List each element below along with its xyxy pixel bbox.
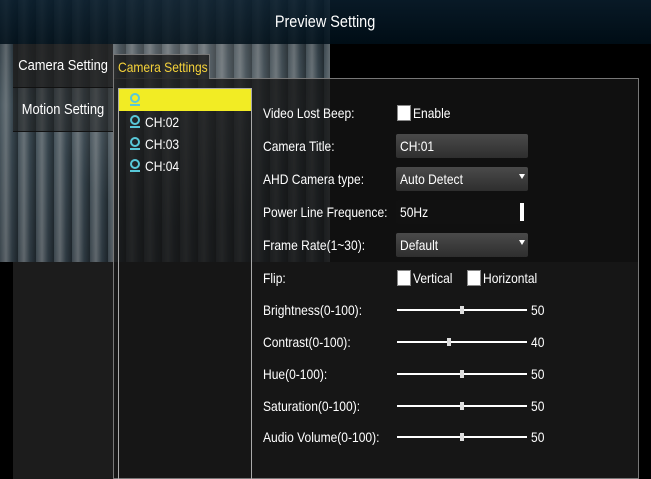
horizontal-label: Horizontal: [483, 270, 538, 286]
frame-rate-label: Frame Rate(1~30):: [263, 237, 366, 253]
channel-label: CH:02: [145, 114, 180, 130]
power-line-input[interactable]: 50Hz: [396, 200, 528, 224]
saturation-slider[interactable]: [397, 402, 527, 410]
channel-label: CH:03: [145, 136, 180, 152]
saturation-label: Saturation(0-100):: [263, 398, 361, 414]
horizontal-checkbox[interactable]: [467, 270, 481, 286]
tab-camera-setting[interactable]: Camera Setting: [13, 44, 113, 88]
brightness-value: 50: [531, 302, 545, 318]
slider-thumb[interactable]: [460, 306, 464, 314]
camera-title-value: CH:01: [400, 138, 435, 154]
contrast-slider[interactable]: [397, 338, 527, 346]
audio-volume-slider[interactable]: [397, 433, 527, 441]
slider-thumb[interactable]: [460, 370, 464, 378]
dropdown-arrow-icon: [519, 240, 525, 245]
contrast-value: 40: [531, 334, 545, 350]
brightness-slider[interactable]: [397, 306, 527, 314]
slider-thumb[interactable]: [460, 402, 464, 410]
power-line-value: 50Hz: [400, 204, 429, 220]
tab-camera-settings-label: Camera Settings: [118, 59, 208, 75]
vertical-checkbox[interactable]: [397, 270, 411, 286]
slider-thumb[interactable]: [447, 338, 451, 346]
row-contrast: Contrast(0-100): 40: [263, 327, 553, 357]
audio-volume-label: Audio Volume(0-100):: [263, 429, 380, 445]
hue-slider[interactable]: [397, 370, 527, 378]
row-power-line: Power Line Frequence: 50Hz: [263, 197, 553, 227]
vertical-label: Vertical: [413, 270, 453, 286]
camera-title-label: Camera Title:: [263, 138, 335, 154]
frame-rate-value: Default: [400, 237, 439, 253]
contrast-label: Contrast(0-100):: [263, 334, 351, 350]
channel-item-ch01[interactable]: CH:01: [119, 89, 251, 111]
camera-pin-icon: [130, 159, 140, 172]
side-panel-fill: [13, 262, 113, 479]
dropdown-arrow-icon: [519, 174, 525, 179]
text-cursor: [520, 203, 524, 221]
enable-checkbox[interactable]: [397, 105, 411, 121]
ahd-camera-type-select[interactable]: Auto Detect: [396, 167, 528, 191]
camera-title-input[interactable]: CH:01: [396, 134, 528, 158]
channel-label: CH:04: [145, 158, 180, 174]
saturation-value: 50: [531, 398, 545, 414]
channel-item-ch02[interactable]: CH:02: [119, 111, 251, 133]
tab-motion-setting-label: Motion Setting: [21, 101, 105, 118]
title-bar: Preview Setting: [0, 0, 651, 44]
row-saturation: Saturation(0-100): 50: [263, 391, 553, 421]
audio-volume-value: 50: [531, 429, 545, 445]
row-hue: Hue(0-100): 50: [263, 359, 553, 389]
ahd-camera-type-value: Auto Detect: [400, 171, 463, 187]
row-ahd-camera-type: AHD Camera type: Auto Detect: [263, 164, 553, 194]
brightness-label: Brightness(0-100):: [263, 302, 363, 318]
tab-camera-setting-label: Camera Setting: [18, 57, 108, 74]
channel-label: CH:01: [145, 92, 180, 108]
row-brightness: Brightness(0-100): 50: [263, 295, 553, 325]
camera-pin-icon: [130, 93, 140, 106]
frame-rate-select[interactable]: Default: [396, 233, 528, 257]
tab-motion-setting[interactable]: Motion Setting: [13, 88, 113, 132]
row-camera-title: Camera Title: CH:01: [263, 131, 553, 161]
hue-label: Hue(0-100):: [263, 366, 328, 382]
channel-item-ch03[interactable]: CH:03: [119, 133, 251, 155]
camera-pin-icon: [130, 115, 140, 128]
row-audio-volume: Audio Volume(0-100): 50: [263, 422, 553, 452]
power-line-label: Power Line Frequence:: [263, 204, 388, 220]
tab-camera-settings[interactable]: Camera Settings: [113, 54, 210, 79]
flip-label: Flip:: [263, 270, 286, 286]
video-lost-beep-label: Video Lost Beep:: [263, 105, 355, 121]
channel-list: CH:01 CH:02 CH:03 CH:04: [118, 88, 252, 479]
window-title: Preview Setting: [275, 12, 376, 31]
camera-pin-icon: [130, 137, 140, 150]
channel-item-ch04[interactable]: CH:04: [119, 155, 251, 177]
ahd-camera-type-label: AHD Camera type:: [263, 171, 365, 187]
enable-label: Enable: [413, 105, 451, 121]
side-tab-list: Camera Setting Motion Setting: [13, 44, 113, 132]
row-flip: Flip: Vertical Horizontal: [263, 263, 553, 293]
row-video-lost-beep: Video Lost Beep: Enable: [263, 98, 553, 128]
hue-value: 50: [531, 366, 545, 382]
slider-thumb[interactable]: [460, 433, 464, 441]
row-frame-rate: Frame Rate(1~30): Default: [263, 230, 553, 260]
